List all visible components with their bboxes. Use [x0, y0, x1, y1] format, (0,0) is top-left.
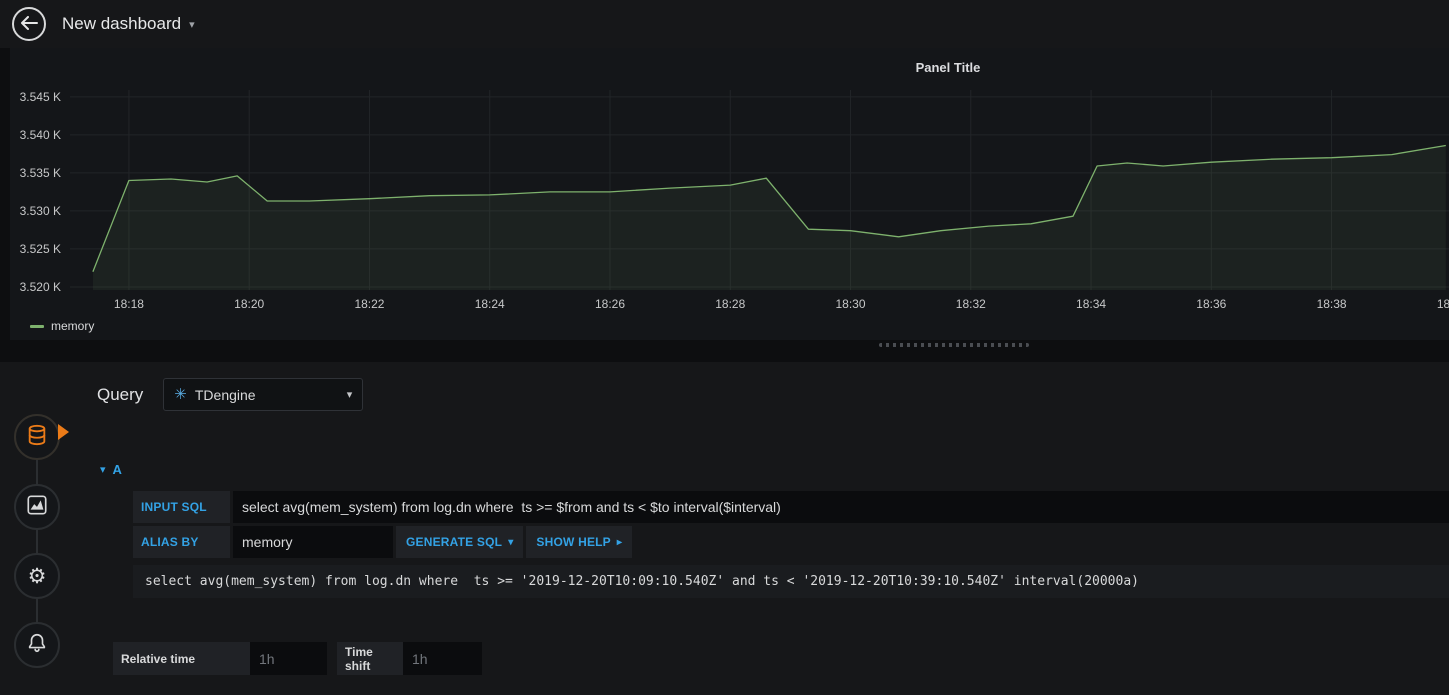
chevron-right-icon: ▸ [616, 536, 623, 548]
query-form: INPUT SQL ALIAS BY GENERATE SQL ▾ SHOW H… [133, 491, 1449, 598]
tabstrip-connector [36, 437, 38, 645]
dashboard-title: New dashboard [62, 14, 182, 33]
show-help-button[interactable]: SHOW HELP ▸ [526, 526, 633, 558]
svg-text:18:30: 18:30 [836, 297, 866, 311]
arrow-left-icon [20, 15, 38, 33]
tab-general[interactable]: ⚙ [14, 553, 60, 599]
legend-series-label: memory [51, 319, 95, 333]
relative-time-field[interactable] [250, 642, 327, 675]
generate-sql-label: GENERATE SQL [406, 535, 503, 549]
chart-legend[interactable]: memory [30, 319, 94, 333]
svg-text:18:40: 18:40 [1437, 297, 1449, 311]
tab-queries[interactable] [14, 414, 60, 460]
svg-text:18:22: 18:22 [354, 297, 384, 311]
chevron-down-icon: ▾ [346, 389, 353, 401]
top-navbar: New dashboard ▾ [0, 0, 1449, 48]
svg-text:3.530 K: 3.530 K [20, 204, 61, 218]
query-section-title: Query [97, 384, 144, 404]
svg-text:18:28: 18:28 [715, 297, 745, 311]
tdengine-logo-icon: ✳ [174, 386, 187, 403]
alias-by-label: ALIAS BY [133, 526, 230, 558]
graph-panel: Panel Title 3.545 K 3.540 K 3.535 K 3.530 K… [10, 48, 1449, 340]
show-help-label: SHOW HELP [536, 535, 611, 549]
editor-tabstrip: ⚙ [0, 362, 85, 695]
svg-text:18:38: 18:38 [1317, 297, 1347, 311]
dashboard-title-menu[interactable]: New dashboard ▾ [62, 14, 195, 34]
svg-text:18:24: 18:24 [475, 297, 505, 311]
svg-text:18:18: 18:18 [114, 297, 144, 311]
svg-text:3.520 K: 3.520 K [20, 280, 61, 294]
query-header: Query ✳ TDengine ▾ [97, 378, 1449, 411]
queries-tab-content: Query ✳ TDengine ▾ ▾ A INPUT SQL ALIAS B… [85, 362, 1449, 695]
time-shift-field[interactable] [403, 642, 482, 675]
alias-field[interactable] [233, 526, 393, 558]
input-sql-field[interactable] [233, 491, 1449, 523]
svg-text:18:34: 18:34 [1076, 297, 1106, 311]
active-tab-arrow-icon [58, 424, 69, 440]
panel-editor: ⚙ Query ✳ TDengine ▾ ▾ A INPUT SQL selec… [0, 362, 1449, 695]
query-ref-id: A [112, 461, 122, 477]
svg-text:18:26: 18:26 [595, 297, 625, 311]
chevron-down-icon: ▾ [508, 536, 514, 548]
svg-text:18:36: 18:36 [1196, 297, 1226, 311]
input-sql-row: INPUT SQL [133, 491, 1449, 523]
svg-text:18:20: 18:20 [234, 297, 264, 311]
svg-text:3.545 K: 3.545 K [20, 90, 61, 104]
tab-visualization[interactable] [14, 484, 60, 530]
tab-alert[interactable] [14, 622, 60, 668]
svg-text:3.535 K: 3.535 K [20, 166, 61, 180]
svg-text:3.540 K: 3.540 K [20, 128, 61, 142]
input-sql-label: INPUT SQL [133, 491, 230, 523]
datasource-picker[interactable]: ✳ TDengine ▾ [163, 378, 364, 411]
datasource-name: TDengine [194, 386, 256, 403]
time-shift-label: Time shift [337, 642, 403, 675]
back-button[interactable] [12, 7, 46, 41]
gear-icon: ⚙ [27, 564, 47, 588]
legend-series-dash [30, 324, 44, 328]
bell-icon [26, 632, 48, 659]
chart-icon [26, 494, 48, 521]
generate-sql-button[interactable]: GENERATE SQL ▾ [396, 526, 524, 558]
query-options-row: Relative time Time shift [113, 642, 1449, 675]
svg-text:18:32: 18:32 [956, 297, 986, 311]
panel-title[interactable]: Panel Title [10, 48, 1449, 75]
generated-sql-preview: select avg(mem_system) from log.dn where… [133, 565, 1449, 598]
svg-text:3.525 K: 3.525 K [20, 242, 61, 256]
horizontal-scrollbar[interactable] [879, 343, 1029, 347]
collapse-caret-icon: ▾ [100, 463, 106, 476]
relative-time-label: Relative time [113, 642, 250, 675]
panel-chart[interactable]: 3.545 K 3.540 K 3.535 K 3.530 K 3.525 K 3.520… [10, 88, 1449, 313]
query-row-toggle[interactable]: ▾ A [85, 455, 1449, 483]
dashboard-canvas: Panel Title 3.545 K 3.540 K 3.535 K 3.530 K… [0, 48, 1449, 362]
alias-row: ALIAS BY GENERATE SQL ▾ SHOW HELP ▸ [133, 526, 1449, 558]
chevron-down-icon: ▾ [189, 18, 195, 31]
database-icon [26, 424, 48, 451]
